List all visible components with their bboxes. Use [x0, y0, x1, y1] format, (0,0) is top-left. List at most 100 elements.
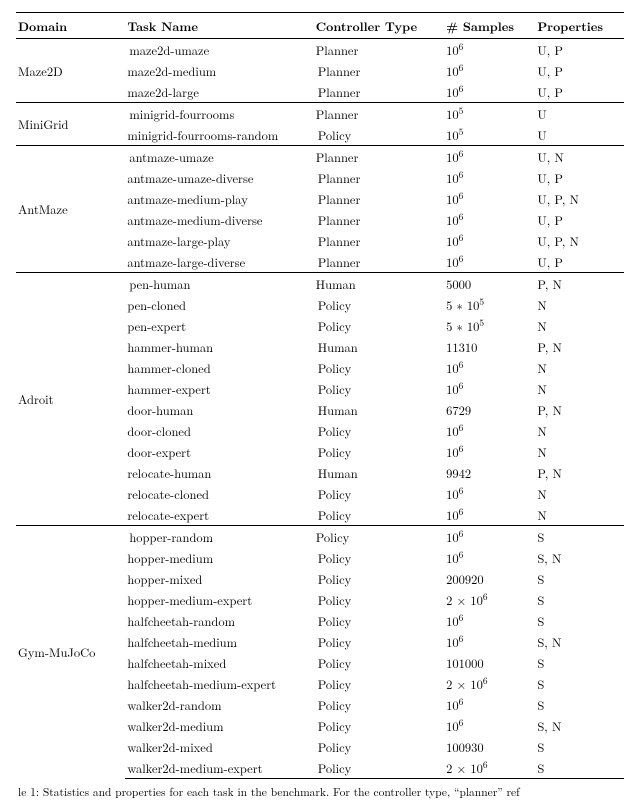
task-cell: relocate-cloned [125, 483, 313, 504]
samples-cell: 106 [444, 631, 535, 652]
properties-cell: U, P [535, 39, 624, 61]
samples-cell: 106 [444, 357, 535, 378]
properties-cell: S, N [535, 631, 624, 652]
samples-cell: 106 [444, 547, 535, 568]
task-cell: pen-cloned [125, 294, 313, 315]
task-cell: antmaze-umaze [125, 146, 313, 168]
task-cell: minigrid-fourrooms-random [125, 124, 313, 146]
task-cell: hammer-expert [125, 378, 313, 399]
task-cell: antmaze-large-diverse [125, 251, 313, 273]
samples-cell: 2 × 106 [444, 673, 535, 694]
samples-cell: 200920 [444, 568, 535, 589]
controller-cell: Planner [314, 60, 444, 81]
properties-cell: U, P, N [535, 188, 624, 209]
properties-cell: U, P, N [535, 230, 624, 251]
table-caption: le 1: Statistics and properties for each… [16, 785, 624, 801]
properties-cell: N [535, 441, 624, 462]
properties-cell: N [535, 483, 624, 504]
controller-cell: Policy [314, 357, 444, 378]
properties-cell: S [535, 652, 624, 673]
properties-cell: P, N [535, 462, 624, 483]
task-cell: maze2d-umaze [125, 39, 313, 61]
domain-cell: AntMaze [16, 146, 125, 273]
properties-cell: N [535, 378, 624, 399]
task-cell: door-cloned [125, 420, 313, 441]
properties-cell: N [535, 315, 624, 336]
task-cell: hammer-human [125, 336, 313, 357]
col-samples: # Samples [444, 13, 535, 39]
properties-cell: S, N [535, 715, 624, 736]
controller-cell: Policy [314, 483, 444, 504]
properties-cell: S, N [535, 547, 624, 568]
controller-cell: Planner [314, 188, 444, 209]
samples-cell: 106 [444, 526, 535, 548]
domain-cell: MiniGrid [16, 103, 125, 146]
controller-cell: Policy [314, 124, 444, 146]
samples-cell: 5000 [444, 273, 535, 295]
task-cell: walker2d-random [125, 694, 313, 715]
samples-cell: 105 [444, 124, 535, 146]
controller-cell: Planner [314, 103, 444, 125]
properties-cell: U, N [535, 146, 624, 168]
samples-cell: 101000 [444, 652, 535, 673]
controller-cell: Policy [314, 420, 444, 441]
benchmark-table: Domain Task Name Controller Type # Sampl… [16, 12, 624, 779]
samples-cell: 106 [444, 230, 535, 251]
properties-cell: U, P [535, 81, 624, 103]
controller-cell: Policy [314, 736, 444, 757]
controller-cell: Human [314, 399, 444, 420]
table-header: Domain Task Name Controller Type # Sampl… [16, 13, 624, 39]
samples-cell: 106 [444, 441, 535, 462]
task-cell: antmaze-large-play [125, 230, 313, 251]
properties-cell: N [535, 357, 624, 378]
properties-cell: S [535, 694, 624, 715]
task-cell: hopper-medium-expert [125, 589, 313, 610]
controller-cell: Policy [314, 504, 444, 526]
properties-cell: U, P [535, 209, 624, 230]
task-cell: halfcheetah-mixed [125, 652, 313, 673]
table-row: AntMazeantmaze-umazePlanner106U, N [16, 146, 624, 168]
properties-cell: S [535, 589, 624, 610]
task-cell: halfcheetah-medium [125, 631, 313, 652]
samples-cell: 106 [444, 610, 535, 631]
properties-cell: U [535, 103, 624, 125]
controller-cell: Human [314, 273, 444, 295]
controller-cell: Human [314, 336, 444, 357]
controller-cell: Policy [314, 631, 444, 652]
samples-cell: 6729 [444, 399, 535, 420]
controller-cell: Planner [314, 167, 444, 188]
samples-cell: 100930 [444, 736, 535, 757]
col-task: Task Name [125, 13, 313, 39]
samples-cell: 106 [444, 694, 535, 715]
task-cell: relocate-expert [125, 504, 313, 526]
properties-cell: P, N [535, 336, 624, 357]
properties-cell: N [535, 420, 624, 441]
controller-cell: Planner [314, 230, 444, 251]
task-cell: hopper-mixed [125, 568, 313, 589]
controller-cell: Policy [314, 294, 444, 315]
task-cell: halfcheetah-random [125, 610, 313, 631]
samples-cell: 106 [444, 420, 535, 441]
controller-cell: Policy [314, 547, 444, 568]
properties-cell: S [535, 757, 624, 779]
samples-cell: 9942 [444, 462, 535, 483]
samples-cell: 2 × 106 [444, 757, 535, 779]
controller-cell: Planner [314, 251, 444, 273]
controller-cell: Planner [314, 81, 444, 103]
task-cell: walker2d-mixed [125, 736, 313, 757]
properties-cell: S [535, 673, 624, 694]
samples-cell: 106 [444, 378, 535, 399]
domain-cell: Gym-MuJoCo [16, 526, 125, 779]
properties-cell: N [535, 294, 624, 315]
domain-cell: Maze2D [16, 39, 125, 103]
samples-cell: 106 [444, 483, 535, 504]
task-cell: hammer-cloned [125, 357, 313, 378]
controller-cell: Policy [314, 673, 444, 694]
table-row: Gym-MuJoCohopper-randomPolicy106S [16, 526, 624, 548]
task-cell: pen-expert [125, 315, 313, 336]
samples-cell: 106 [444, 715, 535, 736]
samples-cell: 106 [444, 251, 535, 273]
task-cell: hopper-random [125, 526, 313, 548]
task-cell: halfcheetah-medium-expert [125, 673, 313, 694]
controller-cell: Policy [314, 526, 444, 548]
